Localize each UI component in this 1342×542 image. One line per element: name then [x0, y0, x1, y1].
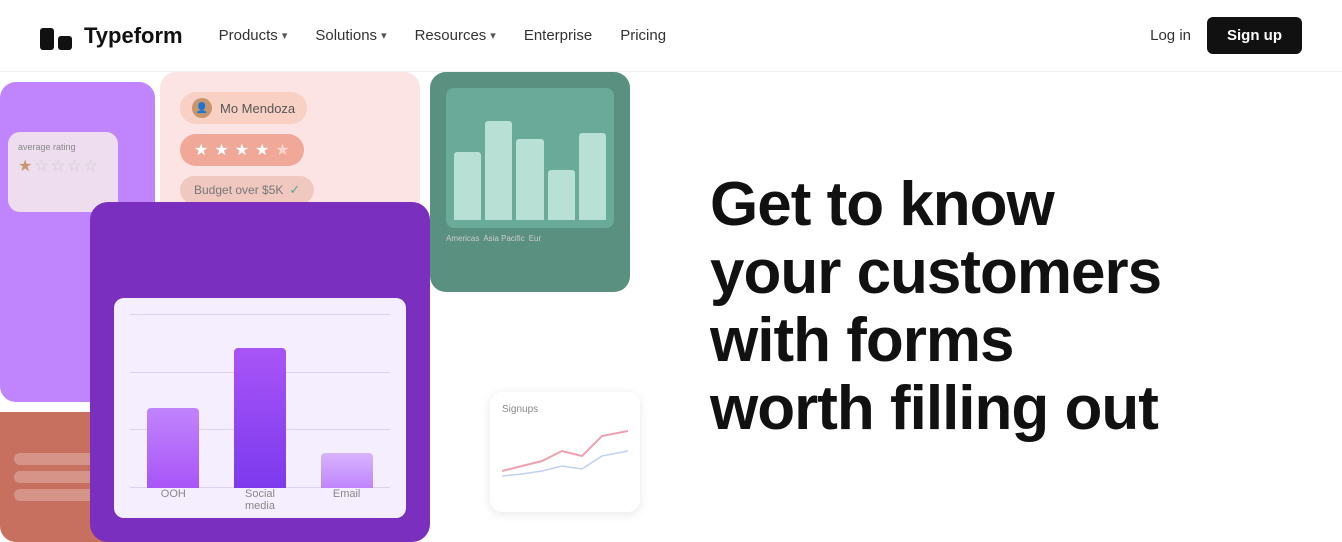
mini-bar-2: [485, 121, 512, 220]
card-signups: Signups: [490, 392, 640, 512]
card-purple-main: OOH Social media Email: [90, 202, 430, 542]
mini-bar-labels: Americas Asia Pacific Eur: [446, 234, 614, 243]
nav-solutions[interactable]: Solutions ▾: [315, 27, 386, 44]
star-empty-icon: ☆: [67, 156, 81, 176]
signups-label: Signups: [502, 404, 628, 415]
star-rating-row: ★ ★ ★ ★ ★: [180, 134, 304, 166]
bar-label-eur: Eur: [529, 234, 541, 243]
chevron-down-icon: ▾: [381, 29, 387, 42]
bar-label-americas: Americas: [446, 234, 479, 243]
nav-products[interactable]: Products ▾: [219, 27, 288, 44]
chart-area: OOH Social media Email: [114, 298, 406, 518]
mini-bars: [454, 96, 606, 220]
nav-links: Products ▾ Solutions ▾ Resources ▾ Enter…: [219, 27, 666, 44]
bar-social: [234, 348, 286, 488]
budget-chip: Budget over $5K ✓: [180, 176, 314, 204]
signup-button[interactable]: Sign up: [1207, 17, 1302, 54]
star-empty-icon: ☆: [83, 156, 97, 176]
mini-bar-3: [516, 139, 543, 220]
nav-pricing[interactable]: Pricing: [620, 27, 666, 44]
star-filled-icon: ★: [214, 140, 228, 160]
card-green-chart: Americas Asia Pacific Eur: [430, 72, 630, 292]
chevron-down-icon: ▾: [282, 29, 288, 42]
star-filled-icon: ★: [255, 140, 269, 160]
star-filled-icon: ★: [194, 140, 208, 160]
star-filled-icon: ★: [18, 156, 32, 176]
mini-bar-5: [579, 133, 606, 220]
login-button[interactable]: Log in: [1150, 27, 1191, 44]
bar-ooh-rect: [147, 408, 199, 488]
bar-label-email: Email: [321, 488, 373, 512]
logo-icon: [40, 22, 76, 50]
bar-ooh: [147, 408, 199, 488]
bar-labels: OOH Social media Email: [130, 488, 390, 512]
check-icon: ✓: [289, 182, 300, 198]
bar-label-ooh: OOH: [147, 488, 199, 512]
star-empty-icon: ★: [275, 140, 289, 160]
hero-visuals: average rating ★ ☆ ☆ ☆ ☆ 👤 Mo Mendoza ★: [0, 72, 650, 542]
nav-right: Log in Sign up: [1150, 17, 1302, 54]
hero-text: Get to know your customers with forms wo…: [650, 72, 1342, 542]
bar-social-rect: [234, 348, 286, 488]
budget-label: Budget over $5K: [194, 183, 283, 197]
card-avg-rating: average rating ★ ☆ ☆ ☆ ☆: [8, 132, 118, 212]
star-empty-icon: ☆: [34, 156, 48, 176]
bars-row: [130, 338, 390, 488]
avg-rating-label: average rating: [18, 142, 108, 152]
mini-chart: [446, 88, 614, 228]
hero-heading: Get to know your customers with forms wo…: [710, 171, 1161, 444]
hero-section: average rating ★ ☆ ☆ ☆ ☆ 👤 Mo Mendoza ★: [0, 72, 1342, 542]
user-name: Mo Mendoza: [220, 101, 295, 116]
nav-enterprise[interactable]: Enterprise: [524, 27, 592, 44]
brand-name: Typeform: [84, 23, 183, 49]
nav-resources[interactable]: Resources ▾: [415, 27, 496, 44]
signups-chart: [502, 421, 628, 481]
grid-line: [130, 314, 390, 315]
user-avatar-icon: 👤: [192, 98, 212, 118]
bar-label-asia: Asia Pacific: [483, 234, 524, 243]
avg-stars: ★ ☆ ☆ ☆ ☆: [18, 156, 108, 176]
chevron-down-icon: ▾: [490, 29, 496, 42]
star-filled-icon: ★: [235, 140, 249, 160]
user-chip: 👤 Mo Mendoza: [180, 92, 307, 124]
bar-label-social: Social media: [234, 488, 286, 512]
star-empty-icon: ☆: [51, 156, 65, 176]
mini-bar-4: [548, 170, 575, 220]
bar-email-rect: [321, 453, 373, 488]
bar-email: [321, 453, 373, 488]
nav-left: Typeform Products ▾ Solutions ▾ Resource…: [40, 22, 666, 50]
mini-bar-1: [454, 152, 481, 220]
navbar: Typeform Products ▾ Solutions ▾ Resource…: [0, 0, 1342, 72]
logo[interactable]: Typeform: [40, 22, 183, 50]
